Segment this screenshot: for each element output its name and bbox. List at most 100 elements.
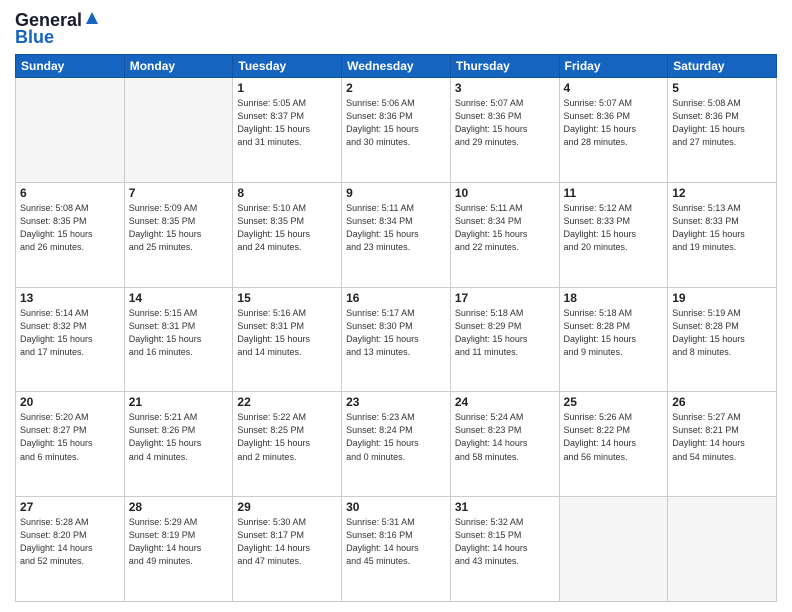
day-detail: Sunrise: 5:30 AM Sunset: 8:17 PM Dayligh… xyxy=(237,516,337,568)
day-number: 10 xyxy=(455,186,555,200)
day-detail: Sunrise: 5:07 AM Sunset: 8:36 PM Dayligh… xyxy=(564,97,664,149)
weekday-header-row: SundayMondayTuesdayWednesdayThursdayFrid… xyxy=(16,55,777,78)
day-detail: Sunrise: 5:20 AM Sunset: 8:27 PM Dayligh… xyxy=(20,411,120,463)
calendar-cell: 3 Sunrise: 5:07 AM Sunset: 8:36 PM Daylig… xyxy=(450,78,559,183)
calendar-cell: 1 Sunrise: 5:05 AM Sunset: 8:37 PM Daylig… xyxy=(233,78,342,183)
day-number: 3 xyxy=(455,81,555,95)
day-number: 25 xyxy=(564,395,664,409)
day-detail: Sunrise: 5:08 AM Sunset: 8:35 PM Dayligh… xyxy=(20,202,120,254)
calendar-cell: 22 Sunrise: 5:22 AM Sunset: 8:25 PM Dayli… xyxy=(233,392,342,497)
day-number: 22 xyxy=(237,395,337,409)
day-number: 15 xyxy=(237,291,337,305)
day-detail: Sunrise: 5:32 AM Sunset: 8:15 PM Dayligh… xyxy=(455,516,555,568)
calendar-cell: 29 Sunrise: 5:30 AM Sunset: 8:17 PM Dayli… xyxy=(233,497,342,602)
calendar-cell xyxy=(16,78,125,183)
weekday-header-saturday: Saturday xyxy=(668,55,777,78)
calendar-cell xyxy=(668,497,777,602)
day-number: 8 xyxy=(237,186,337,200)
day-number: 2 xyxy=(346,81,446,95)
day-detail: Sunrise: 5:24 AM Sunset: 8:23 PM Dayligh… xyxy=(455,411,555,463)
calendar-cell: 17Sunrise: 5:18 AM Sunset: 8:29 PM Dayli… xyxy=(450,287,559,392)
weekday-header-monday: Monday xyxy=(124,55,233,78)
day-detail: Sunrise: 5:14 AM Sunset: 8:32 PM Dayligh… xyxy=(20,307,120,359)
day-detail: Sunrise: 5:17 AM Sunset: 8:30 PM Dayligh… xyxy=(346,307,446,359)
calendar-cell: 10 Sunrise: 5:11 AM Sunset: 8:34 PM Dayli… xyxy=(450,182,559,287)
day-number: 5 xyxy=(672,81,772,95)
day-detail: Sunrise: 5:18 AM Sunset: 8:29 PM Dayligh… xyxy=(455,307,555,359)
calendar-cell: 2 Sunrise: 5:06 AM Sunset: 8:36 PM Daylig… xyxy=(342,78,451,183)
day-number: 9 xyxy=(346,186,446,200)
day-number: 14 xyxy=(129,291,229,305)
day-detail: Sunrise: 5:21 AM Sunset: 8:26 PM Dayligh… xyxy=(129,411,229,463)
day-detail: Sunrise: 5:26 AM Sunset: 8:22 PM Dayligh… xyxy=(564,411,664,463)
day-detail: Sunrise: 5:05 AM Sunset: 8:37 PM Dayligh… xyxy=(237,97,337,149)
week-row-1: 1 Sunrise: 5:05 AM Sunset: 8:37 PM Daylig… xyxy=(16,78,777,183)
day-detail: Sunrise: 5:13 AM Sunset: 8:33 PM Dayligh… xyxy=(672,202,772,254)
day-number: 21 xyxy=(129,395,229,409)
calendar-cell: 5 Sunrise: 5:08 AM Sunset: 8:36 PM Daylig… xyxy=(668,78,777,183)
day-detail: Sunrise: 5:18 AM Sunset: 8:28 PM Dayligh… xyxy=(564,307,664,359)
day-number: 30 xyxy=(346,500,446,514)
day-number: 29 xyxy=(237,500,337,514)
logo: General Blue xyxy=(15,10,100,48)
day-detail: Sunrise: 5:11 AM Sunset: 8:34 PM Dayligh… xyxy=(455,202,555,254)
day-number: 27 xyxy=(20,500,120,514)
calendar-cell: 13 Sunrise: 5:14 AM Sunset: 8:32 PM Dayli… xyxy=(16,287,125,392)
day-detail: Sunrise: 5:22 AM Sunset: 8:25 PM Dayligh… xyxy=(237,411,337,463)
weekday-header-thursday: Thursday xyxy=(450,55,559,78)
day-number: 16 xyxy=(346,291,446,305)
day-number: 13 xyxy=(20,291,120,305)
logo-icon xyxy=(84,10,100,26)
calendar-cell: 4 Sunrise: 5:07 AM Sunset: 8:36 PM Daylig… xyxy=(559,78,668,183)
day-detail: Sunrise: 5:29 AM Sunset: 8:19 PM Dayligh… xyxy=(129,516,229,568)
day-number: 28 xyxy=(129,500,229,514)
day-number: 4 xyxy=(564,81,664,95)
calendar-cell: 9Sunrise: 5:11 AM Sunset: 8:34 PM Daylig… xyxy=(342,182,451,287)
weekday-header-tuesday: Tuesday xyxy=(233,55,342,78)
calendar-cell: 7 Sunrise: 5:09 AM Sunset: 8:35 PM Daylig… xyxy=(124,182,233,287)
calendar-cell: 18 Sunrise: 5:18 AM Sunset: 8:28 PM Dayli… xyxy=(559,287,668,392)
day-number: 1 xyxy=(237,81,337,95)
calendar-cell: 15Sunrise: 5:16 AM Sunset: 8:31 PM Dayli… xyxy=(233,287,342,392)
calendar-cell: 6 Sunrise: 5:08 AM Sunset: 8:35 PM Daylig… xyxy=(16,182,125,287)
day-detail: Sunrise: 5:15 AM Sunset: 8:31 PM Dayligh… xyxy=(129,307,229,359)
calendar-cell: 19 Sunrise: 5:19 AM Sunset: 8:28 PM Dayli… xyxy=(668,287,777,392)
day-number: 12 xyxy=(672,186,772,200)
day-number: 20 xyxy=(20,395,120,409)
header: General Blue xyxy=(15,10,777,48)
day-detail: Sunrise: 5:10 AM Sunset: 8:35 PM Dayligh… xyxy=(237,202,337,254)
day-detail: Sunrise: 5:31 AM Sunset: 8:16 PM Dayligh… xyxy=(346,516,446,568)
day-detail: Sunrise: 5:27 AM Sunset: 8:21 PM Dayligh… xyxy=(672,411,772,463)
calendar-cell: 28 Sunrise: 5:29 AM Sunset: 8:19 PM Dayli… xyxy=(124,497,233,602)
weekday-header-friday: Friday xyxy=(559,55,668,78)
calendar-cell: 27Sunrise: 5:28 AM Sunset: 8:20 PM Dayli… xyxy=(16,497,125,602)
calendar-cell: 20 Sunrise: 5:20 AM Sunset: 8:27 PM Dayli… xyxy=(16,392,125,497)
calendar-cell: 30 Sunrise: 5:31 AM Sunset: 8:16 PM Dayli… xyxy=(342,497,451,602)
day-number: 23 xyxy=(346,395,446,409)
day-detail: Sunrise: 5:19 AM Sunset: 8:28 PM Dayligh… xyxy=(672,307,772,359)
day-detail: Sunrise: 5:07 AM Sunset: 8:36 PM Dayligh… xyxy=(455,97,555,149)
calendar-cell: 14 Sunrise: 5:15 AM Sunset: 8:31 PM Dayli… xyxy=(124,287,233,392)
day-detail: Sunrise: 5:23 AM Sunset: 8:24 PM Dayligh… xyxy=(346,411,446,463)
day-detail: Sunrise: 5:06 AM Sunset: 8:36 PM Dayligh… xyxy=(346,97,446,149)
calendar-cell xyxy=(124,78,233,183)
calendar-cell: 25 Sunrise: 5:26 AM Sunset: 8:22 PM Dayli… xyxy=(559,392,668,497)
weekday-header-sunday: Sunday xyxy=(16,55,125,78)
calendar-cell: 12 Sunrise: 5:13 AM Sunset: 8:33 PM Dayli… xyxy=(668,182,777,287)
day-number: 31 xyxy=(455,500,555,514)
day-number: 19 xyxy=(672,291,772,305)
calendar-cell: 21 Sunrise: 5:21 AM Sunset: 8:26 PM Dayli… xyxy=(124,392,233,497)
day-detail: Sunrise: 5:08 AM Sunset: 8:36 PM Dayligh… xyxy=(672,97,772,149)
calendar-cell: 16 Sunrise: 5:17 AM Sunset: 8:30 PM Dayli… xyxy=(342,287,451,392)
week-row-4: 20 Sunrise: 5:20 AM Sunset: 8:27 PM Dayli… xyxy=(16,392,777,497)
day-number: 11 xyxy=(564,186,664,200)
day-number: 7 xyxy=(129,186,229,200)
day-number: 18 xyxy=(564,291,664,305)
calendar-page: General Blue SundayMondayTuesdayWednesda… xyxy=(0,0,792,612)
weekday-header-wednesday: Wednesday xyxy=(342,55,451,78)
week-row-5: 27Sunrise: 5:28 AM Sunset: 8:20 PM Dayli… xyxy=(16,497,777,602)
day-number: 6 xyxy=(20,186,120,200)
day-detail: Sunrise: 5:09 AM Sunset: 8:35 PM Dayligh… xyxy=(129,202,229,254)
calendar-cell: 31 Sunrise: 5:32 AM Sunset: 8:15 PM Dayli… xyxy=(450,497,559,602)
week-row-3: 13 Sunrise: 5:14 AM Sunset: 8:32 PM Dayli… xyxy=(16,287,777,392)
